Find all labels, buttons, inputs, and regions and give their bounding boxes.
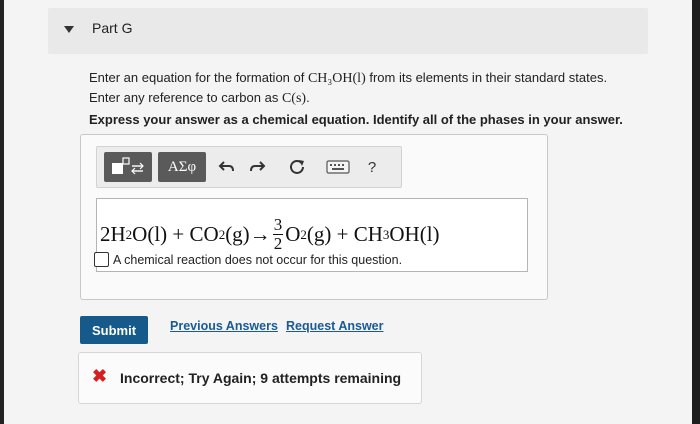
eq-subscript: 3 [382, 227, 390, 242]
help-button[interactable]: ? [358, 152, 386, 182]
caret-down-icon[interactable] [64, 26, 74, 33]
reset-button[interactable] [284, 152, 310, 182]
feedback-message: Incorrect; Try Again; 9 attempts remaini… [120, 370, 402, 386]
part-header[interactable] [48, 8, 648, 54]
prompt-text-3: . [306, 90, 310, 105]
eq-fraction: 32 [272, 214, 284, 253]
fraction-denominator: 2 [273, 233, 283, 253]
redo-icon [250, 161, 266, 172]
eq-subscript: 2 [300, 227, 307, 242]
eq-term: OH(l) [389, 221, 440, 246]
keyboard-button[interactable] [322, 152, 354, 182]
part-title: Part G [92, 20, 133, 36]
fraction-numerator: 3 [272, 214, 284, 235]
prompt-formula: CH₃OH(l) [307, 71, 366, 86]
template-icon [112, 157, 144, 175]
previous-answers-link[interactable]: Previous Answers [170, 319, 278, 333]
eq-term: O [285, 221, 301, 246]
request-answer-link[interactable]: Request Answer [286, 319, 383, 333]
undo-icon [218, 161, 234, 172]
question-prompt: Enter an equation for the formation of C… [89, 68, 641, 108]
eq-term: (g) + CH [306, 221, 383, 246]
instruction-text: Express your answer as a chemical equati… [89, 112, 623, 127]
left-edge [0, 0, 4, 424]
prompt-text-1: Enter an equation for the formation of [89, 70, 308, 85]
no-reaction-checkbox[interactable] [94, 252, 109, 267]
keyboard-icon [326, 160, 350, 174]
template-button[interactable] [104, 152, 152, 182]
no-reaction-option[interactable]: A chemical reaction does not occur for t… [94, 252, 402, 267]
no-reaction-label: A chemical reaction does not occur for t… [113, 252, 403, 267]
submit-button[interactable]: Submit [80, 316, 148, 344]
eq-term: 2H [100, 221, 126, 246]
redo-button[interactable] [244, 152, 270, 182]
eq-term: O(l) + CO [132, 221, 219, 246]
undo-button[interactable] [214, 152, 240, 182]
eq-subscript: 2 [218, 227, 226, 242]
eq-term: (g)→ [225, 221, 271, 246]
reset-icon [290, 160, 304, 174]
eq-subscript: 2 [125, 227, 133, 242]
greek-symbols-button[interactable]: ΑΣφ [158, 152, 206, 182]
x-icon: ✖ [92, 366, 108, 386]
prompt-carbon: C(s) [281, 91, 307, 106]
right-edge [692, 0, 700, 424]
